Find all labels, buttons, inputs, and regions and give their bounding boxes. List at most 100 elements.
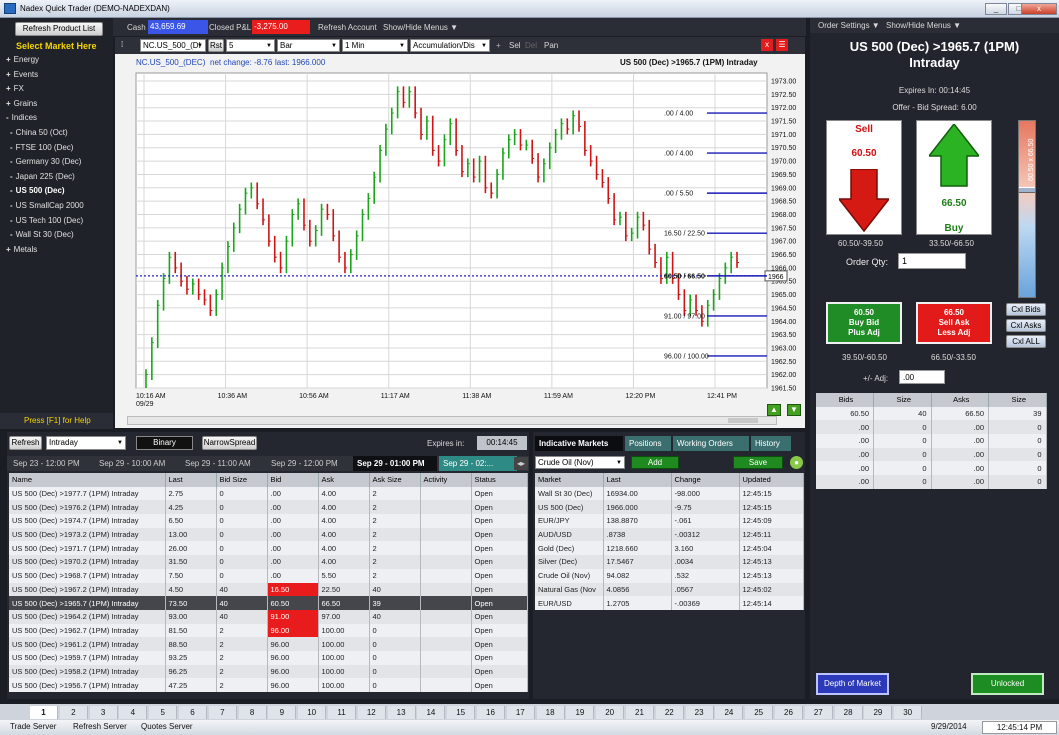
table-row[interactable]: US 500 (Dec) 1966.000 -9.75 12:45:15 xyxy=(535,500,804,515)
page-tab[interactable]: 5 xyxy=(149,706,178,719)
market-item[interactable]: + Grains xyxy=(6,99,37,108)
column-header[interactable]: Change xyxy=(671,473,740,487)
table-row[interactable]: US 500 (Dec) >1973.2 (1PM) Intraday 13.00… xyxy=(9,527,528,542)
column-header[interactable]: Last xyxy=(165,473,217,487)
market-item[interactable]: - Japan 225 (Dec) xyxy=(10,172,75,181)
page-tab[interactable]: 14 xyxy=(417,706,446,719)
table-row[interactable]: EUR/USD 1.2705 -.00369 12:45:14 xyxy=(535,596,804,610)
table-row[interactable]: Gold (Dec) 1218.660 3.160 12:45:04 xyxy=(535,541,804,556)
page-tab[interactable]: 7 xyxy=(208,706,237,719)
table-row[interactable]: Natural Gas (Nov 4.0856.0567 12:45:02 xyxy=(535,582,804,597)
add-market-button[interactable]: Add xyxy=(631,456,679,469)
expiry-tab[interactable]: Sep 23 - 12:00 PM xyxy=(9,456,93,471)
expiry-tab[interactable]: Sep 29 - 10:00 AM xyxy=(95,456,179,471)
buy-button[interactable]: 66.50 Buy xyxy=(916,120,992,235)
market-item[interactable]: - Germany 30 (Dec) xyxy=(10,157,81,166)
table-row[interactable]: EUR/JPY 138.8870 -.061 12:45:09 xyxy=(535,514,804,528)
column-header[interactable]: Name xyxy=(9,473,166,487)
market-select[interactable]: Crude Oil (Nov) ▼ xyxy=(535,456,625,469)
page-tab[interactable]: 27 xyxy=(804,706,833,719)
expiry-tab[interactable]: Sep 29 - 12:00 PM xyxy=(267,456,351,471)
tab-scroll-icon[interactable]: ◂▸ xyxy=(514,457,528,470)
table-row[interactable]: US 500 (Dec) >1977.7 (1PM) Intraday 2.75 0… xyxy=(9,486,528,501)
market-item[interactable]: + Metals xyxy=(6,245,37,254)
page-tab[interactable]: 24 xyxy=(715,706,744,719)
indicative-tab[interactable]: Working Orders xyxy=(673,436,749,451)
slider-thumb[interactable] xyxy=(1019,187,1035,193)
price-chart[interactable]: 1973.00 1972.50 1972.00 1971.50 1971.00 1970.… xyxy=(115,54,805,428)
expiry-tab[interactable]: Sep 29 - 11:00 AM xyxy=(181,456,265,471)
page-tab[interactable]: 1 xyxy=(30,706,58,719)
table-row[interactable]: US 500 (Dec) >1964.2 (1PM) Intraday 93.00… xyxy=(9,609,528,624)
market-item[interactable]: + Events xyxy=(6,70,38,79)
narrow-spread-button[interactable]: NarrowSpread xyxy=(202,436,257,450)
page-tab[interactable]: 21 xyxy=(626,706,654,719)
buy-bid-button[interactable]: 60.50 Buy Bid Plus Adj xyxy=(826,302,902,344)
close-chart-icon[interactable]: x xyxy=(761,39,773,51)
table-row[interactable]: US 500 (Dec) >1958.2 (1PM) Intraday 96.25… xyxy=(9,664,528,679)
zoom-out-icon[interactable]: ▼ xyxy=(787,404,801,416)
page-tab[interactable]: 11 xyxy=(328,706,356,719)
market-item[interactable]: - China 50 (Oct) xyxy=(10,128,68,137)
strike-level-label[interactable]: 91.00 / 97.00 xyxy=(664,313,705,320)
column-header[interactable]: Last xyxy=(603,473,672,487)
table-row[interactable]: US 500 (Dec) >1971.7 (1PM) Intraday 26.00… xyxy=(9,541,528,556)
cancel-bids-button[interactable]: Cxl Bids xyxy=(1006,303,1046,316)
page-tab[interactable]: 25 xyxy=(745,706,774,719)
chart-area[interactable]: NC.US_500_(DEC) net change: -8.76 last: … xyxy=(115,54,805,428)
sell-button[interactable]: Sell 60.50 xyxy=(826,120,902,235)
page-tab[interactable]: 18 xyxy=(536,706,565,719)
depth-row[interactable]: .00 0.00 0 xyxy=(816,420,1047,435)
table-row[interactable]: US 500 (Dec) >1967.2 (1PM) Intraday 4.50 4… xyxy=(9,582,528,597)
right-show-hide-menus[interactable]: Show/Hide Menus ▼ xyxy=(886,21,961,30)
table-row[interactable]: US 500 (Dec) >1959.7 (1PM) Intraday 93.25… xyxy=(9,650,528,665)
expiry-tab[interactable]: Sep 29 - 01:00 PM xyxy=(353,456,437,471)
adj-input[interactable] xyxy=(899,370,945,384)
strike-level-label[interactable]: .00 / 4.00 xyxy=(664,151,693,158)
strike-level-label[interactable]: 60.50 / 66.50 xyxy=(664,273,705,280)
table-row[interactable]: US 500 (Dec) >1970.2 (1PM) Intraday 31.50… xyxy=(9,555,528,569)
page-tab[interactable]: 17 xyxy=(506,706,535,719)
page-tab[interactable]: 13 xyxy=(387,706,416,719)
table-row[interactable]: US 500 (Dec) >1965.7 (1PM) Intraday 73.50… xyxy=(9,596,528,610)
column-header[interactable]: Status xyxy=(471,473,528,487)
order-settings-menu[interactable]: Order Settings ▼ xyxy=(818,21,880,30)
show-hide-menus-button[interactable]: Show/Hide Menus ▼ xyxy=(383,23,458,32)
page-tab[interactable]: 6 xyxy=(179,706,207,719)
page-tab[interactable]: 2 xyxy=(59,706,88,719)
page-tab[interactable]: 10 xyxy=(298,706,327,719)
cancel-all-button[interactable]: Cxl ALL xyxy=(1006,335,1046,348)
indicative-tab[interactable]: Positions xyxy=(625,436,671,451)
page-tab[interactable]: 28 xyxy=(834,706,863,719)
minimize-button[interactable]: _ xyxy=(985,3,1007,15)
select-tool[interactable]: Sel xyxy=(509,41,521,50)
study-select[interactable]: Accumulation/Dis ▼ xyxy=(410,39,490,52)
symbol-select[interactable]: NC.US_500_(DI ▼ xyxy=(140,39,206,52)
market-item[interactable]: - FTSE 100 (Dec) xyxy=(10,143,73,152)
strike-level-label[interactable]: .00 / 5.50 xyxy=(664,191,693,198)
refresh-account-button[interactable]: Refresh Account xyxy=(318,23,377,32)
market-item[interactable]: - Indices xyxy=(6,113,37,122)
column-header[interactable]: Ask Size xyxy=(369,473,421,487)
strike-level-label[interactable]: .00 / 4.00 xyxy=(664,111,693,118)
refresh-product-list-button[interactable]: Refresh Product List xyxy=(15,22,103,36)
table-row[interactable]: US 500 (Dec) >1968.7 (1PM) Intraday 7.50 0… xyxy=(9,568,528,583)
column-header[interactable]: Bid xyxy=(267,473,319,487)
depth-row[interactable]: .00 0.00 0 xyxy=(816,434,1047,448)
depth-row[interactable]: .00 0.00 0 xyxy=(816,475,1047,489)
page-tab[interactable]: 12 xyxy=(357,706,386,719)
binary-button[interactable]: Binary xyxy=(136,436,193,450)
page-tab[interactable]: 19 xyxy=(566,706,595,719)
strike-level-label[interactable]: 16.50 / 22.50 xyxy=(664,231,705,238)
period-select[interactable]: Intraday ▼ xyxy=(46,436,126,450)
table-row[interactable]: AUD/USD .8738 -.00312 12:45:11 xyxy=(535,527,804,542)
chart-scroll-thumb[interactable] xyxy=(728,418,758,423)
table-row[interactable]: US 500 (Dec) >1956.7 (1PM) Intraday 47.25… xyxy=(9,678,528,692)
market-item[interactable]: - US 500 (Dec) xyxy=(10,186,65,195)
page-tab[interactable]: 22 xyxy=(655,706,684,719)
column-header[interactable]: Market xyxy=(535,473,604,487)
page-tab[interactable]: 8 xyxy=(238,706,267,719)
page-tab[interactable]: 23 xyxy=(685,706,714,719)
table-row[interactable]: Crude Oil (Nov) 94.082.532 12:45:13 xyxy=(535,568,804,583)
column-header[interactable]: Activity xyxy=(420,473,472,487)
